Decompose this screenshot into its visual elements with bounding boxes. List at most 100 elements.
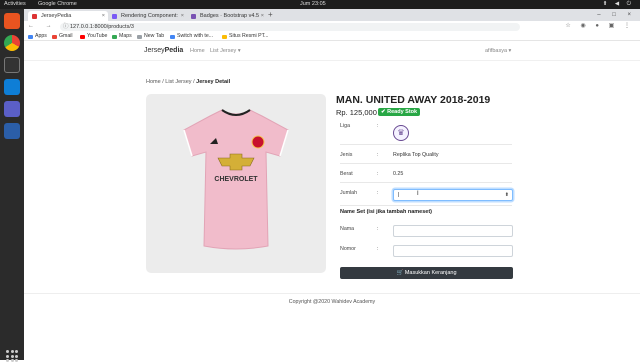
tab-rendering-component[interactable]: Rendering Component: ×: [108, 11, 187, 22]
colon: :: [377, 152, 379, 158]
row-divider: [340, 163, 512, 164]
globe-icon: [222, 34, 227, 39]
liga-label: Liga: [340, 123, 351, 129]
bookmark-maps[interactable]: Maps: [112, 32, 132, 41]
row-divider: [340, 182, 512, 183]
app-icon[interactable]: [4, 123, 20, 139]
favicon-icon: [32, 13, 37, 19]
tab-label: Badges · Bootstrap v4.5: [200, 12, 260, 19]
tab-label: JerseyPedia: [41, 12, 72, 19]
user-menu-dropdown[interactable]: afifbasya ▾: [485, 48, 511, 54]
bookmark-label: New Tab: [144, 33, 165, 39]
bookmark-gmail[interactable]: Gmail: [52, 32, 73, 41]
maps-icon: [112, 34, 117, 39]
nav-list-jersey-dropdown[interactable]: List Jersey ▾: [210, 48, 241, 54]
window-controls[interactable]: – □ ×: [597, 9, 636, 21]
terminal-icon[interactable]: [4, 57, 20, 73]
page-icon: [137, 34, 142, 39]
footer-divider: [24, 293, 640, 294]
tab-bootstrap-badges[interactable]: Badges · Bootstrap v4.5 ×: [187, 11, 267, 22]
teams-icon[interactable]: [4, 101, 20, 117]
active-app-name[interactable]: Google Chrome: [38, 0, 77, 9]
berat-label: Berat: [340, 171, 353, 177]
colon: :: [377, 171, 379, 177]
nama-input[interactable]: [393, 225, 513, 237]
colon: :: [377, 226, 379, 232]
nama-label: Nama: [340, 226, 355, 232]
nameset-title: Name Set (isi jika tambah nameset): [340, 209, 433, 215]
spinner-icon[interactable]: ⬍: [505, 190, 509, 200]
bookmark-situs-resmi[interactable]: Situs Resmi PT...: [222, 32, 269, 41]
os-top-bar: Activities Google Chrome Jum 23:05 ⬆ ◀ ⏻: [0, 0, 640, 9]
breadcrumb-list-jersey[interactable]: List Jersey: [165, 79, 191, 85]
colon: :: [377, 123, 379, 129]
globe-icon: [170, 34, 175, 39]
row-divider: [340, 205, 512, 206]
url-input[interactable]: ⓘ 127.0.0.1:8000/products/3: [60, 22, 520, 31]
product-image: CHEVROLET: [146, 94, 326, 273]
bookmark-label: Maps: [119, 33, 132, 39]
colon: :: [377, 246, 379, 252]
bookmark-youtube[interactable]: YouTube: [80, 32, 107, 41]
tab-jerseypedia[interactable]: JerseyPedia ×: [28, 10, 108, 22]
quantity-input[interactable]: | ⬍: [393, 189, 513, 201]
favicon-icon: [112, 13, 117, 19]
footer-copyright: Copyright @2020 Wahidev Academy: [288, 299, 376, 305]
jenis-label: Jenis: [340, 152, 353, 158]
url-text: 127.0.0.1:8000/products/3: [70, 23, 134, 30]
breadcrumb-separator: /: [193, 79, 195, 85]
premier-league-logo-icon: ♛: [393, 125, 409, 141]
brand-prefix: Jersey: [144, 47, 165, 54]
nomor-label: Nomor: [340, 246, 356, 252]
tab-label: Rendering Component:: [121, 12, 178, 19]
bookmark-switch[interactable]: Switch with te...: [170, 32, 213, 41]
chrome-icon[interactable]: [4, 35, 20, 51]
apps-icon: [28, 34, 33, 39]
close-tab-icon[interactable]: ×: [102, 11, 105, 22]
clock[interactable]: Jum 23:05: [300, 0, 326, 9]
system-tray-icons[interactable]: ⬆ ◀ ⏻: [603, 0, 634, 9]
club-crest-icon: [251, 135, 265, 149]
bookmark-label: YouTube: [87, 33, 108, 39]
bookmarks-bar: Apps Gmail YouTube Maps New Tab Switch w…: [24, 32, 640, 41]
breadcrumb-home[interactable]: Home: [146, 79, 161, 85]
row-divider: [340, 144, 512, 145]
nav-home-link[interactable]: Home: [190, 48, 205, 54]
jumlah-label: Jumlah: [340, 190, 358, 196]
bookmark-label: Switch with te...: [177, 33, 214, 39]
close-tab-icon[interactable]: ×: [181, 11, 184, 22]
web-page: JerseyPedia Home List Jersey ▾ afifbasya…: [24, 41, 640, 360]
sponsor-text: CHEVROLET: [214, 176, 258, 183]
product-price: Rp. 125,000: [336, 108, 377, 117]
nomor-input[interactable]: [393, 245, 513, 257]
files-icon[interactable]: [4, 13, 20, 29]
new-tab-icon[interactable]: +: [268, 9, 273, 21]
bookmark-new-tab[interactable]: New Tab: [137, 32, 164, 41]
show-apps-icon[interactable]: [6, 350, 18, 362]
breadcrumb: Home / List Jersey / Jersey Detail: [146, 79, 230, 85]
bookmark-apps[interactable]: Apps: [28, 32, 47, 41]
info-icon[interactable]: ⓘ: [63, 23, 69, 31]
colon: :: [377, 190, 379, 196]
product-title: MAN. UNITED AWAY 2018-2019: [336, 94, 491, 106]
quantity-value: |: [398, 192, 400, 198]
address-bar-row: ← → ↻ ⓘ 127.0.0.1:8000/products/3 ☆ ◉ ● …: [24, 21, 640, 32]
jenis-value: Replika Top Quality: [393, 152, 439, 158]
gmail-icon: [52, 34, 57, 39]
bookmark-label: Gmail: [59, 33, 73, 39]
brand-bold: Pedia: [164, 47, 184, 54]
berat-value: 0.25: [393, 171, 404, 177]
activities-button[interactable]: Activities: [4, 0, 26, 9]
stock-status-badge: ✔ Ready Stok: [378, 108, 421, 116]
close-tab-icon[interactable]: ×: [261, 11, 264, 22]
add-to-cart-button[interactable]: 🛒 Masukkan Keranjang: [340, 267, 513, 279]
breadcrumb-current: Jersey Detail: [196, 79, 231, 85]
site-brand[interactable]: JerseyPedia: [144, 47, 183, 54]
bookmark-label: Situs Resmi PT...: [229, 33, 269, 39]
vscode-icon[interactable]: [4, 79, 20, 95]
extension-icons[interactable]: ☆ ◉ ● ▣ ⋮: [565, 21, 634, 32]
favicon-icon: [191, 13, 196, 19]
bookmark-label: Apps: [35, 33, 47, 39]
breadcrumb-separator: /: [162, 79, 164, 85]
tab-strip: JerseyPedia × Rendering Component: × Bad…: [24, 9, 640, 21]
